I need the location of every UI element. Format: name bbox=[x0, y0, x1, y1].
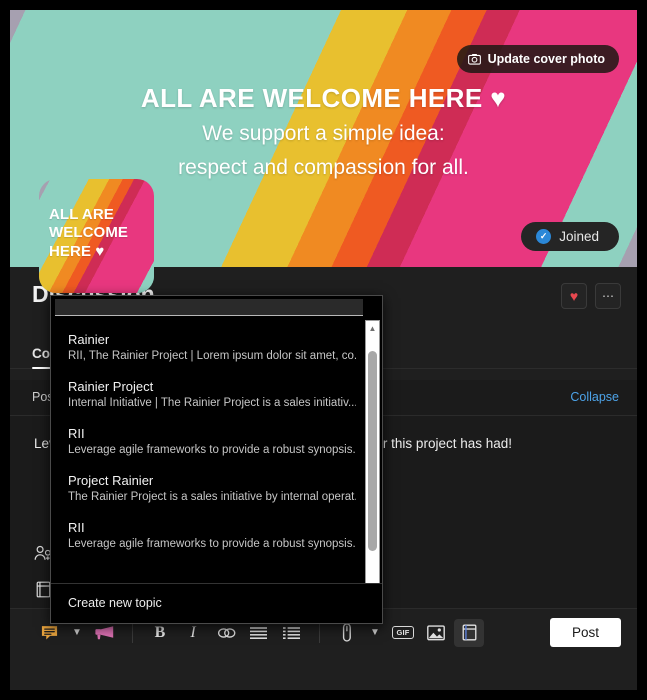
favorite-button[interactable]: ♥ bbox=[561, 283, 587, 309]
cover-text-block: ALL ARE WELCOME HERE ♥ We support a simp… bbox=[10, 82, 637, 183]
collapse-link[interactable]: Collapse bbox=[570, 390, 619, 404]
toolbar-separator bbox=[319, 622, 320, 643]
image-button[interactable] bbox=[421, 619, 451, 647]
book-icon bbox=[36, 581, 51, 598]
topic-title: Rainier Project bbox=[68, 379, 154, 394]
group-avatar[interactable]: ALL ARE WELCOME HERE ♥ bbox=[39, 179, 154, 293]
topic-description: Leverage agile frameworks to provide a r… bbox=[68, 444, 356, 456]
topic-description: Leverage agile frameworks to provide a r… bbox=[68, 538, 356, 550]
avatar-text: ALL ARE WELCOME HERE ♥ bbox=[49, 206, 148, 261]
list-item[interactable]: Project Rainier The Rainier Project is a… bbox=[51, 465, 382, 512]
camera-icon bbox=[467, 53, 481, 65]
scrollbar-thumb[interactable] bbox=[368, 351, 377, 551]
avatar-line-1: ALL ARE bbox=[49, 206, 114, 223]
joined-label: Joined bbox=[559, 229, 599, 244]
topic-description: Internal Initiative | The Rainier Projec… bbox=[68, 397, 356, 409]
topic-title: Rainier bbox=[68, 332, 110, 347]
gif-button[interactable]: GIF bbox=[388, 619, 418, 647]
update-cover-photo-button[interactable]: Update cover photo bbox=[456, 45, 619, 73]
topic-description: RII, The Rainier Project | Lorem ipsum d… bbox=[68, 350, 356, 362]
list-item[interactable]: Rainier RII, The Rainier Project | Lorem… bbox=[51, 324, 382, 371]
post-button[interactable]: Post bbox=[549, 618, 621, 647]
check-circle-icon: ✓ bbox=[536, 229, 552, 244]
cover-subtitle-line1: We support a simple idea: bbox=[202, 121, 445, 145]
topic-search-input[interactable] bbox=[55, 299, 363, 316]
topic-list: Rainier RII, The Rainier Project | Lorem… bbox=[51, 316, 382, 583]
list-item[interactable]: Rainier Project Internal Initiative | Th… bbox=[51, 371, 382, 418]
app-window: ALL ARE WELCOME HERE ♥ We support a simp… bbox=[10, 10, 637, 690]
heart-icon: ♥ bbox=[569, 288, 579, 304]
topic-description: The Rainier Project is a sales initiativ… bbox=[68, 491, 356, 503]
avatar-line-2: WELCOME bbox=[49, 224, 129, 242]
joined-button[interactable]: ✓ Joined bbox=[521, 222, 619, 251]
dropdown-scrollbar[interactable]: ▲ ▼ bbox=[365, 320, 380, 583]
cover-title: ALL ARE WELCOME HERE ♥ bbox=[140, 83, 507, 113]
avatar-line-3: HERE ♥ bbox=[49, 242, 105, 260]
topic-button[interactable] bbox=[454, 618, 484, 647]
update-cover-photo-label: Update cover photo bbox=[487, 52, 605, 66]
ellipsis-icon: ⋯ bbox=[602, 289, 614, 303]
scroll-up-arrow-icon[interactable]: ▲ bbox=[366, 321, 379, 335]
topic-title: RII bbox=[68, 426, 85, 441]
topic-picker-dropdown: Rainier RII, The Rainier Project | Lorem… bbox=[50, 295, 383, 624]
more-options-button[interactable]: ⋯ bbox=[595, 283, 621, 309]
header-actions: ♥ ⋯ bbox=[561, 283, 621, 309]
topic-title: Project Rainier bbox=[68, 473, 154, 488]
create-new-topic-button[interactable]: Create new topic bbox=[51, 583, 382, 623]
list-item[interactable]: RII Leverage agile frameworks to provide… bbox=[51, 418, 382, 465]
toolbar-separator bbox=[132, 622, 133, 643]
gif-label: GIF bbox=[392, 625, 414, 640]
topic-title: RII bbox=[68, 520, 85, 535]
list-item[interactable]: RII Leverage agile frameworks to provide… bbox=[51, 512, 382, 559]
